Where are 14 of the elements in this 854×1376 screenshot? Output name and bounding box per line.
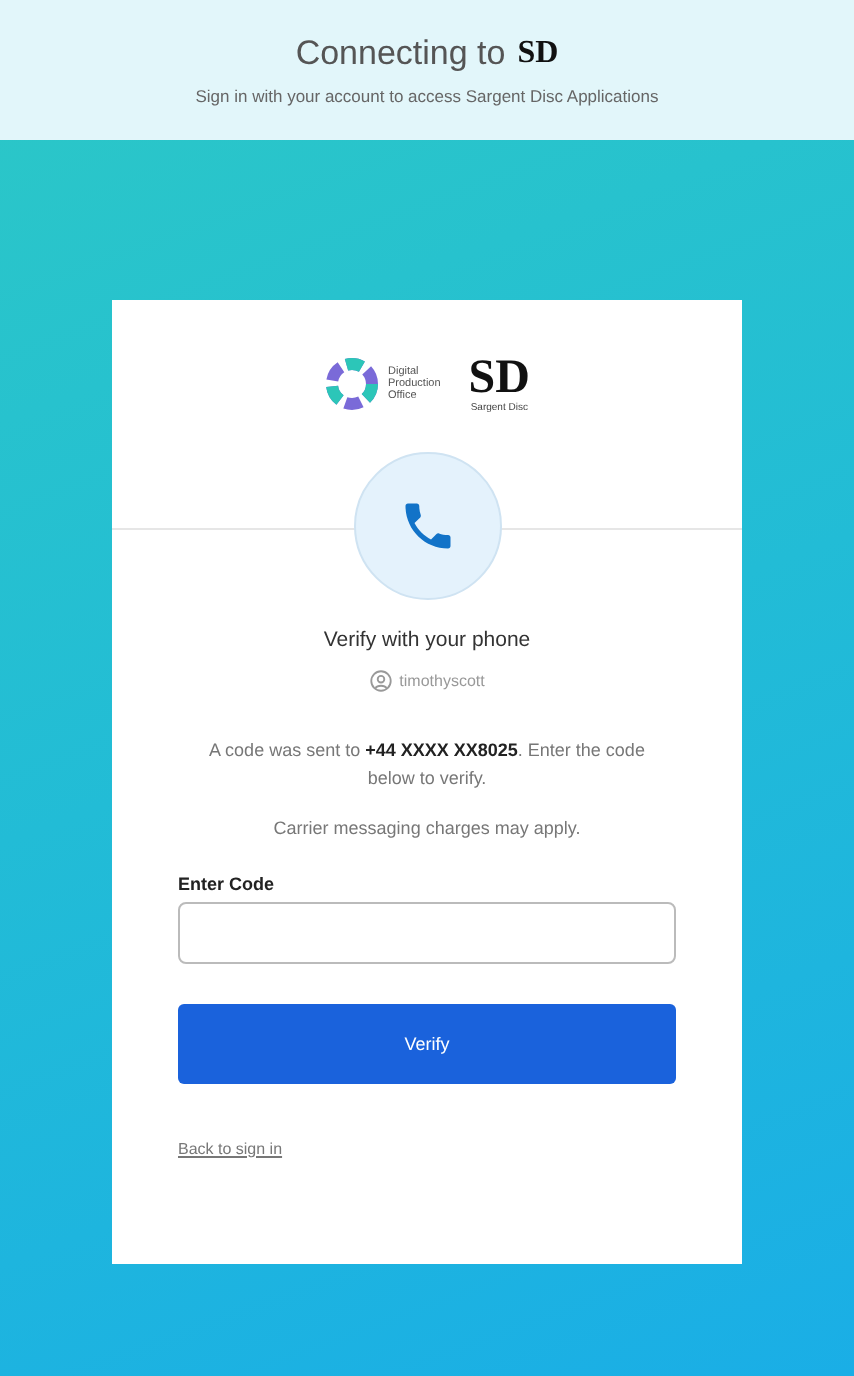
- user-icon: [369, 670, 392, 692]
- code-input[interactable]: [178, 901, 676, 964]
- username: timothyscott: [399, 672, 485, 690]
- charges-notice: Carrier messaging charges may apply.: [273, 817, 581, 838]
- logo-monogram: SD: [468, 354, 530, 402]
- code-sent-message: A code was sent to +44 XXXX XX8025. Enter the code below to verify.: [207, 738, 647, 793]
- header-subtitle: Sign in with your account to access Sargent Disc Applications: [195, 86, 659, 106]
- verify-button[interactable]: Verify: [178, 1003, 676, 1084]
- code-label: Enter Code: [178, 873, 275, 894]
- back-link[interactable]: Back to sign in: [178, 1139, 283, 1158]
- header-logo: SD: [517, 36, 559, 72]
- verify-title: Verify with your phone: [323, 628, 531, 652]
- ring-logo-icon: [324, 356, 380, 412]
- header-title: Connecting to: [295, 34, 506, 74]
